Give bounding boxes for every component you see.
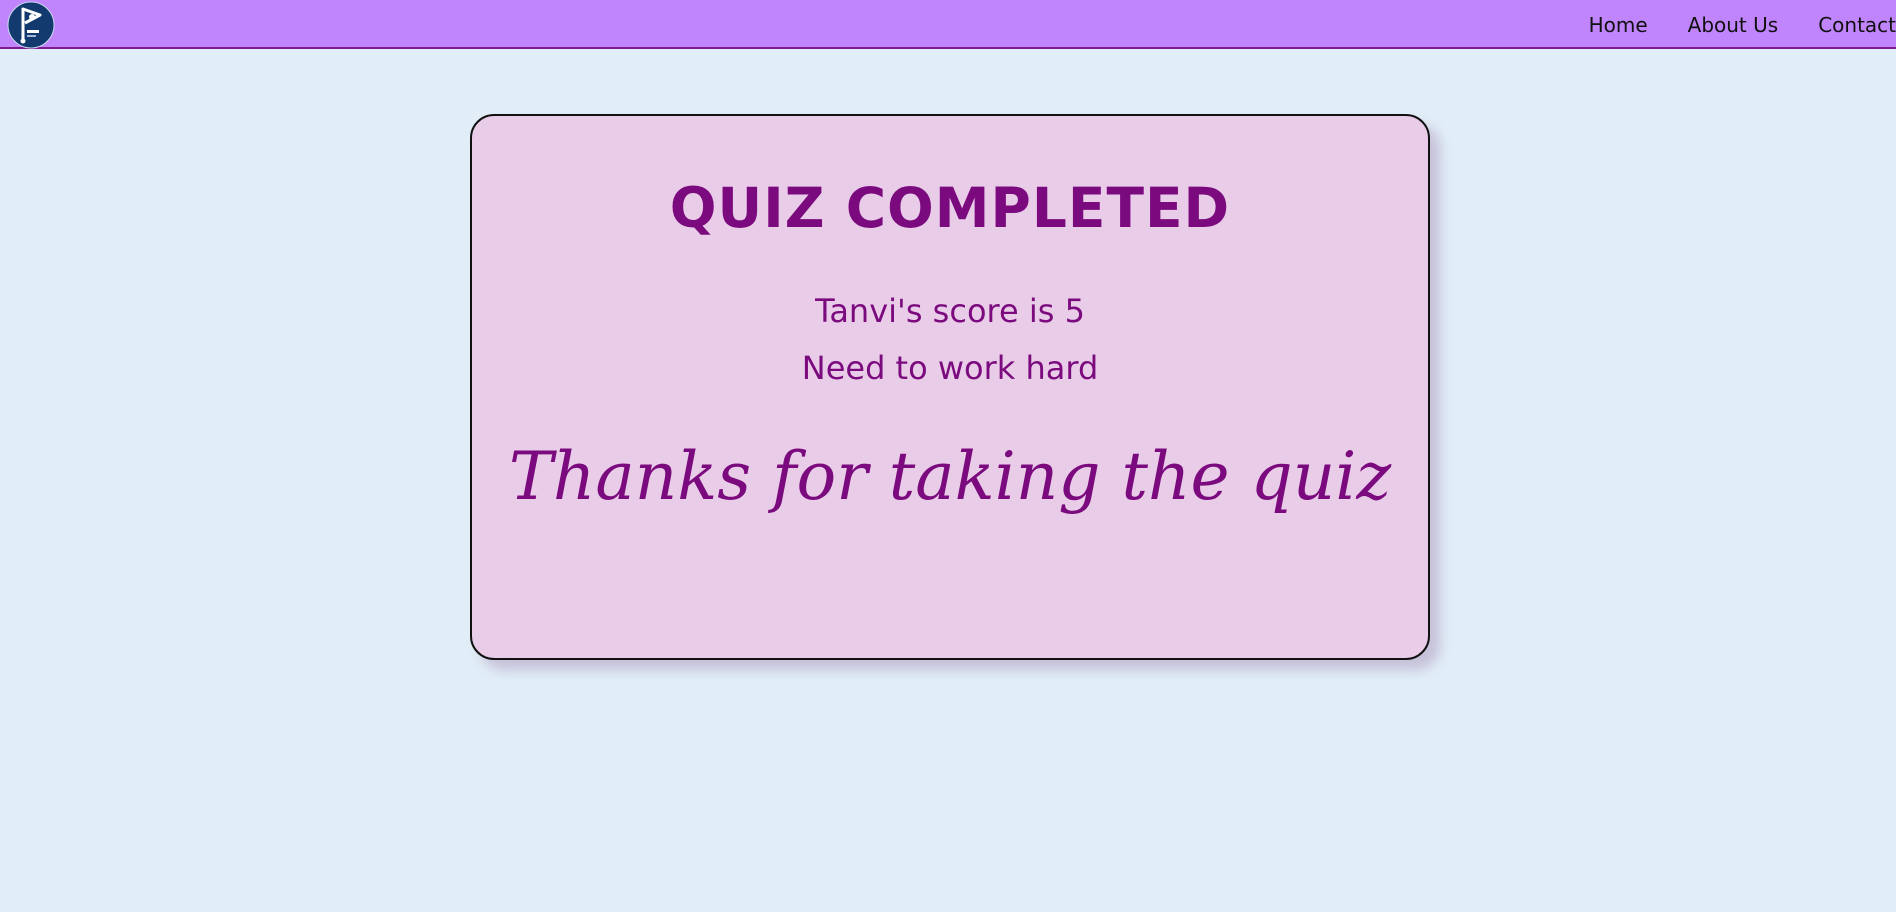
score-text: Tanvi's score is 5	[815, 292, 1085, 330]
nav-links: Home About Us Contact	[1549, 0, 1896, 49]
thanks-message: Thanks for taking the quiz	[508, 438, 1392, 515]
result-title: QUIZ COMPLETED	[669, 176, 1231, 240]
club-logo-icon[interactable]	[6, 1, 56, 49]
result-card: QUIZ COMPLETED Tanvi's score is 5 Need t…	[470, 114, 1430, 660]
nav-home-link[interactable]: Home	[1589, 13, 1648, 37]
navbar: Home About Us Contact	[0, 0, 1896, 49]
remark-text: Need to work hard	[801, 349, 1099, 387]
nav-about-link[interactable]: About Us	[1688, 13, 1779, 37]
nav-contact-link[interactable]: Contact	[1818, 13, 1896, 37]
